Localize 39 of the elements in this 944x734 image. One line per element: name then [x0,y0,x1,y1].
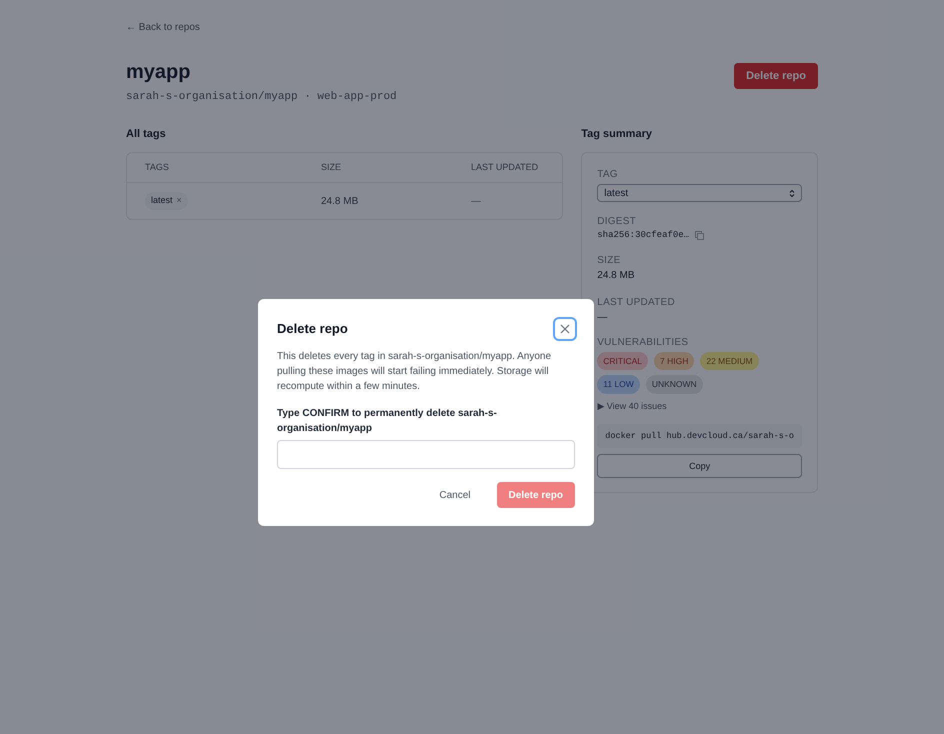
confirm-input[interactable] [277,440,575,469]
field-label: TAG [597,168,619,182]
close-button[interactable] [555,319,575,339]
repo-path: sarah-s-organisation/myapp · web-app-prod [126,90,397,105]
back-link[interactable]: ← Back to repos [126,20,818,35]
delete-repo-button[interactable]: Delete repo [734,63,818,89]
severity-badge: UNKNOWN [646,375,703,394]
cancel-button[interactable]: Cancel [431,482,479,508]
severity-badge: 7 HIGH [654,352,694,370]
tag-select[interactable]: latest [597,184,802,202]
section-title: Tag summary [581,126,653,142]
dialog-title: Delete repo [277,320,348,338]
severity-badge: CRITICAL [597,352,648,370]
copy-button[interactable]: Copy [597,454,802,478]
size-cell-text: 24.8 MB [321,194,360,208]
severity-badge: 11 LOW [597,375,640,394]
close-icon [560,324,570,334]
last-updated-value: — [597,310,608,324]
last-updated-cell-text: — [471,194,482,208]
column-header: LAST UPDATED [471,160,540,174]
view-issues-toggle[interactable]: ▶ View 40 issues [597,400,802,414]
field-label: DIGEST [597,215,637,229]
field-label: LAST UPDATED [597,296,676,310]
confirm-field-label: Type CONFIRM to permanently delete sarah-s-organisation/myapp [277,407,498,436]
digest-value: sha256:30cfeaf0e… [597,229,690,242]
severity-badge: 22 MEDIUM [700,352,759,370]
field-label: SIZE [597,254,622,268]
section-title: All tags [126,126,167,142]
copy-icon[interactable] [695,231,704,240]
field-label: VULNERABILITIES [597,336,690,350]
repo-title: myapp [126,60,192,85]
pull-command: docker pull hub.devcloud.ca/sarah-s-o [597,424,802,448]
size-value: 24.8 MB [597,268,636,282]
remove-tag-button[interactable]: × [176,194,182,208]
column-header: TAGS [145,160,170,174]
dialog-message: This deletes every tag in sarah-s-organisation/myapp. Anyone pulling these images will start failing immediately. Storage will recompute within a few minutes. [277,350,552,394]
column-header: SIZE [321,160,342,174]
tag-name: latest [151,194,173,208]
chevron-icon [789,188,795,198]
